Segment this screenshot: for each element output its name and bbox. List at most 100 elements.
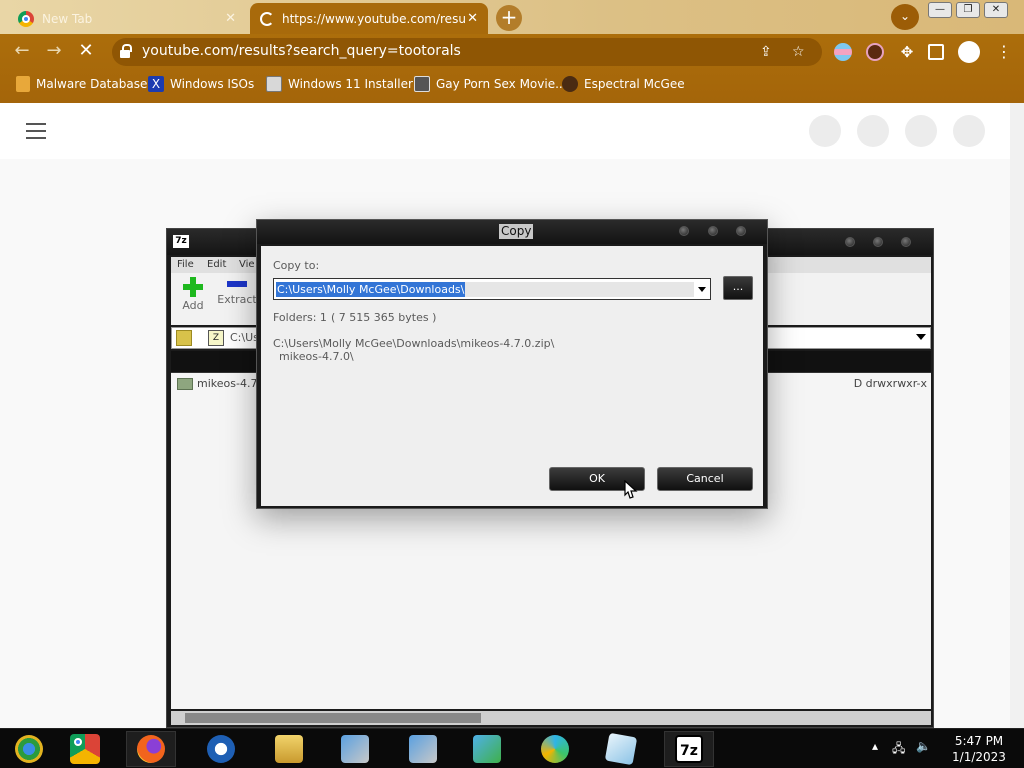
folder-icon	[275, 735, 303, 763]
folders-count: Folders: 1	[273, 311, 327, 324]
lock-icon[interactable]	[120, 44, 132, 58]
copy-dialog-titlebar[interactable]: Copy	[257, 220, 767, 244]
source-path-line2: mikeos-4.7.0\	[279, 350, 354, 363]
destination-value: C:\Users\Molly McGee\Downloads\	[276, 282, 466, 297]
bookmark-label: Espectral McGee	[584, 77, 685, 91]
windows-taskbar: 7z ▴ 🖧 🔈 5:47 PM 1/1/2023	[0, 728, 1024, 768]
minimize-button[interactable]: —	[928, 2, 952, 18]
taskbar-network-users[interactable]	[462, 731, 512, 767]
taskbar-app-obama[interactable]	[196, 731, 246, 767]
scrollbar-thumb[interactable]	[185, 713, 481, 723]
cancel-button[interactable]: Cancel	[657, 467, 753, 491]
installer-icon	[341, 735, 369, 763]
folder-icon	[177, 377, 193, 390]
chrome-icon	[70, 734, 100, 764]
archive-icon: Z	[208, 330, 224, 346]
bookmark-item[interactable]: Windows 11 Installer	[266, 76, 413, 92]
forward-icon[interactable]: →	[44, 42, 64, 62]
side-panel-icon[interactable]	[928, 44, 944, 60]
add-label: Add	[182, 299, 204, 312]
chevron-down-icon[interactable]	[916, 334, 926, 340]
folder-up-icon[interactable]	[176, 330, 192, 346]
placeholder-circle	[809, 115, 841, 147]
tab-youtube[interactable]: https://www.youtube.com/result ✕	[250, 3, 488, 34]
extension-flag-icon[interactable]	[834, 43, 852, 61]
stop-loading-icon[interactable]: ✕	[76, 42, 96, 62]
tab-search-button[interactable]: ⌄	[891, 4, 919, 30]
users-icon	[473, 735, 501, 763]
bytes-size: ( 7 515 365 bytes )	[331, 311, 437, 324]
add-button[interactable]: Add	[171, 277, 215, 321]
chevron-down-icon[interactable]	[698, 287, 706, 292]
bookmark-item[interactable]: X Windows ISOs	[148, 76, 254, 92]
maximize-dot-button[interactable]	[873, 237, 883, 247]
address-bar[interactable]: youtube.com/results?search_query=tootora…	[112, 38, 822, 66]
show-hidden-icons-icon[interactable]: ▴	[872, 739, 878, 753]
hamburger-menu-icon[interactable]	[26, 123, 46, 139]
bookmark-item[interactable]: Gay Porn Sex Movie...	[414, 76, 567, 92]
taskbar-installer-2[interactable]	[398, 731, 448, 767]
menu-view[interactable]: Vie	[239, 259, 255, 270]
destination-combobox[interactable]: C:\Users\Molly McGee\Downloads\	[273, 278, 711, 300]
new-tab-button[interactable]: +	[496, 5, 522, 31]
profile-icon[interactable]	[958, 41, 980, 63]
close-tab-icon[interactable]: ✕	[467, 11, 478, 26]
help-dot-button[interactable]	[679, 226, 689, 236]
bookmarks-bar: Malware Database X Windows ISOs Windows …	[0, 70, 1024, 100]
taskbar-firefox[interactable]	[126, 731, 176, 767]
close-tab-icon[interactable]: ✕	[225, 11, 236, 26]
bookmark-label: Windows ISOs	[170, 77, 255, 91]
copy-dialog: Copy Copy to: C:\Users\Molly McGee\Downl…	[256, 219, 768, 509]
page-scrollbar[interactable]	[1010, 103, 1024, 728]
network-icon[interactable]: 🖧	[892, 739, 905, 760]
item-attributes: D drwxrwxr-x	[853, 377, 927, 390]
close-window-button[interactable]: ✕	[984, 2, 1008, 18]
clock-time: 5:47 PM	[954, 734, 1004, 748]
extensions-puzzle-icon[interactable]: ✥	[898, 43, 916, 61]
start-button[interactable]	[4, 731, 54, 767]
dialog-title: Copy	[499, 224, 534, 239]
copy-dialog-body: Copy to: C:\Users\Molly McGee\Downloads\…	[261, 246, 763, 506]
bookmark-star-icon[interactable]: ☆	[792, 44, 805, 60]
menu-kebab-icon[interactable]: ⋮	[996, 43, 1014, 61]
taskbar-clock[interactable]: 5:47 PM 1/1/2023	[940, 733, 1018, 765]
share-icon[interactable]: ⇪	[760, 44, 772, 60]
taskbar-installer-1[interactable]	[330, 731, 380, 767]
taskbar-notepad[interactable]	[596, 731, 646, 767]
start-orb-icon	[15, 735, 43, 763]
taskbar-chrome[interactable]	[60, 731, 110, 767]
tab-title: https://www.youtube.com/result	[282, 11, 468, 26]
close-dot-button[interactable]	[736, 226, 746, 236]
menu-file[interactable]: File	[177, 259, 194, 270]
7zip-logo-icon: 7z	[675, 735, 703, 763]
clock-date: 1/1/2023	[952, 750, 1006, 764]
image-icon	[266, 76, 282, 92]
minimize-dot-button[interactable]	[845, 237, 855, 247]
bookmark-item[interactable]: Malware Database	[16, 76, 147, 92]
extension-avatar-icon[interactable]	[866, 43, 884, 61]
taskbar-explorer[interactable]	[264, 731, 314, 767]
extract-button[interactable]: Extract	[215, 277, 259, 321]
list-item[interactable]: mikeos-4.7.	[177, 377, 261, 390]
bookmark-label: Malware Database	[36, 77, 148, 91]
tab-new-tab[interactable]: New Tab ✕	[8, 3, 246, 34]
volume-icon[interactable]: 🔈	[916, 739, 931, 753]
item-name: mikeos-4.7.	[197, 377, 261, 390]
add-plus-icon	[183, 277, 203, 297]
avatar-icon	[562, 76, 578, 92]
taskbar-7zip[interactable]: 7z	[664, 731, 714, 767]
restore-button[interactable]: ❐	[956, 2, 980, 18]
maximize-dot-button[interactable]	[708, 226, 718, 236]
back-icon[interactable]: ←	[12, 42, 32, 62]
installer-icon	[409, 735, 437, 763]
chrome-icon	[18, 10, 34, 27]
taskbar-edge[interactable]	[530, 731, 580, 767]
bookmark-item[interactable]: Espectral McGee	[562, 76, 685, 92]
placeholder-circle	[857, 115, 889, 147]
extract-minus-icon	[227, 281, 247, 287]
browse-button[interactable]: ...	[723, 276, 753, 300]
menu-edit[interactable]: Edit	[207, 259, 226, 270]
bookmark-label: Gay Porn Sex Movie...	[436, 77, 567, 91]
close-dot-button[interactable]	[901, 237, 911, 247]
horizontal-scrollbar[interactable]	[171, 711, 931, 725]
